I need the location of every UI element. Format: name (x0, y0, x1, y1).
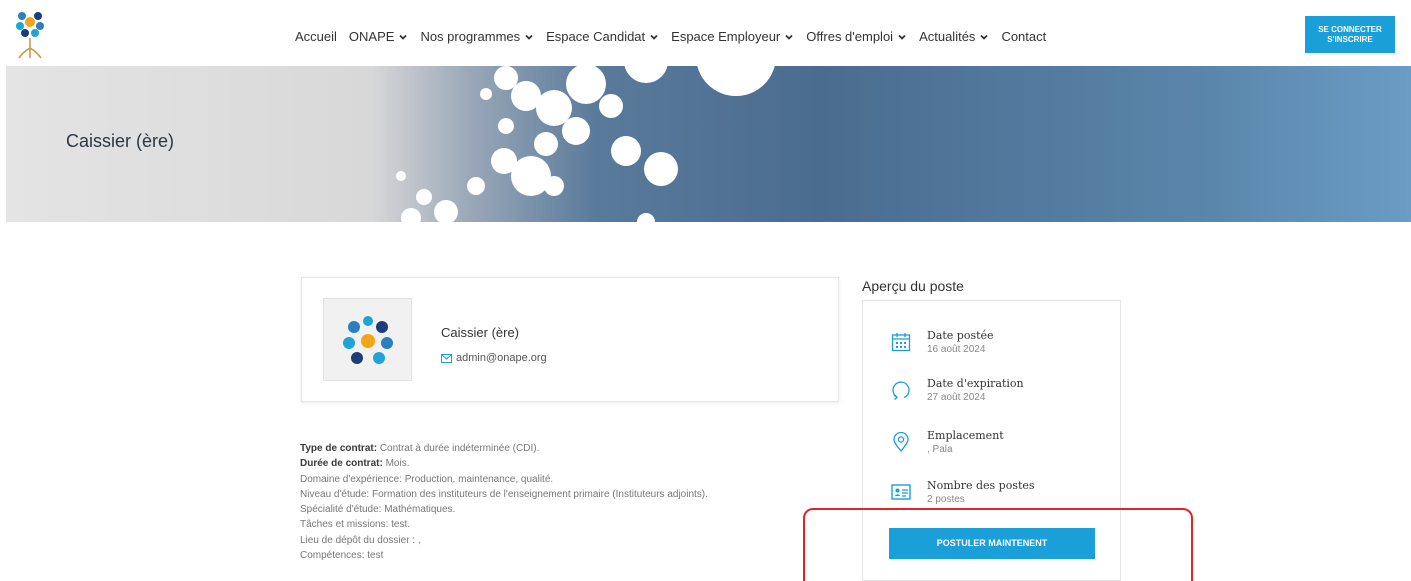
chevron-down-icon (399, 34, 408, 40)
id-card-icon (891, 484, 911, 500)
nav-label: Accueil (295, 29, 337, 44)
nav-label: Contact (1001, 29, 1047, 44)
page-title: Caissier (ère) (66, 131, 175, 151)
envelope-icon (441, 353, 452, 363)
contract-duration-value: Mois. (382, 458, 410, 470)
nav-label: Espace Candidat (546, 29, 646, 44)
calendar-icon (891, 333, 911, 352)
job-title: Caissier (ère) (441, 325, 520, 340)
meta-date-posted: Date postée 16 août 2024 (891, 329, 994, 355)
refresh-icon (892, 381, 910, 400)
company-logo (323, 298, 412, 381)
register-label: S'INSCRIRE (1327, 35, 1373, 44)
meta-expiration: Date d'expiration 27 août 2024 (891, 377, 1024, 403)
skills-line: Compétences: test (300, 550, 384, 562)
login-label: SE CONNECTER (1318, 25, 1382, 34)
meta-label: Nombre des postes (927, 479, 1035, 492)
nav-actualites[interactable]: Actualités (919, 29, 989, 44)
overview-heading: Aperçu du poste (862, 278, 964, 294)
site-header: Accueil ONAPE Nos programmes Espace Cand… (0, 0, 1411, 66)
nav-label: ONAPE (348, 29, 395, 44)
chevron-down-icon (525, 34, 533, 40)
contract-duration-line: Durée de contrat: Mois. (300, 456, 820, 471)
meta-label: Date d'expiration (927, 377, 1024, 390)
chevron-down-icon (650, 34, 658, 40)
contract-type-label: Type de contrat: (300, 443, 378, 454)
meta-positions: Nombre des postes 2 postes (891, 479, 1035, 505)
experience-domain-line: Domaine d'expérience: Production, mainte… (300, 473, 554, 485)
nav-espace-candidat[interactable]: Espace Candidat (546, 29, 659, 44)
nav-contact[interactable]: Contact (1001, 29, 1046, 44)
chevron-down-icon (785, 34, 793, 40)
nav-label: Actualités (919, 29, 976, 44)
meta-value: 27 août 2024 (927, 392, 986, 403)
nav-onape[interactable]: ONAPE (349, 29, 409, 44)
main-nav: Accueil ONAPE Nos programmes Espace Cand… (295, 29, 1058, 44)
email-text: admin@onape.org (456, 352, 547, 364)
nav-nos-programmes[interactable]: Nos programmes (420, 29, 534, 44)
nav-label: Espace Employeur (671, 29, 781, 44)
nav-label: Offres d'emploi (806, 29, 894, 44)
banner-bubbles-graphic (396, 66, 775, 222)
annotation-highlight-box (803, 508, 1193, 581)
chevron-down-icon (898, 34, 906, 40)
login-register-button[interactable]: SE CONNECTER S'INSCRIRE (1305, 16, 1395, 53)
nav-offres-emploi[interactable]: Offres d'emploi (806, 29, 907, 44)
meta-label: Emplacement (927, 429, 1004, 442)
job-email[interactable]: admin@onape.org (441, 352, 547, 364)
tasks-line: Tâches et missions: test. (300, 519, 411, 531)
education-level-line: Niveau d'étude: Formation des instituteu… (300, 488, 708, 500)
meta-label: Date postée (927, 329, 994, 342)
meta-value: , Pala (927, 444, 953, 455)
nav-espace-employeur[interactable]: Espace Employeur (671, 29, 794, 44)
nav-label: Nos programmes (420, 29, 521, 44)
meta-location: Emplacement , Pala (891, 429, 1004, 455)
nav-accueil[interactable]: Accueil (295, 29, 337, 44)
contract-type-value: Contrat à durée indéterminée (CDI). (377, 443, 540, 454)
meta-value: 2 postes (927, 494, 965, 505)
contract-type-line: Type de contrat: Contrat à durée indéter… (300, 441, 820, 456)
job-description: Type de contrat: Contrat à durée indéter… (300, 441, 820, 563)
submission-place-line: Lieu de dépôt du dossier : , (300, 534, 421, 546)
chevron-down-icon (980, 34, 989, 40)
meta-value: 16 août 2024 (927, 344, 986, 355)
onape-logo[interactable] (13, 8, 47, 60)
page-banner: Caissier (ère) (6, 66, 1411, 222)
contract-duration-label: Durée de contrat: (300, 458, 383, 470)
study-specialty-line: Spécialité d'étude: Mathématiques. (300, 504, 456, 516)
location-pin-icon (893, 432, 909, 452)
job-summary-card: Caissier (ère) admin@onape.org (301, 277, 839, 402)
